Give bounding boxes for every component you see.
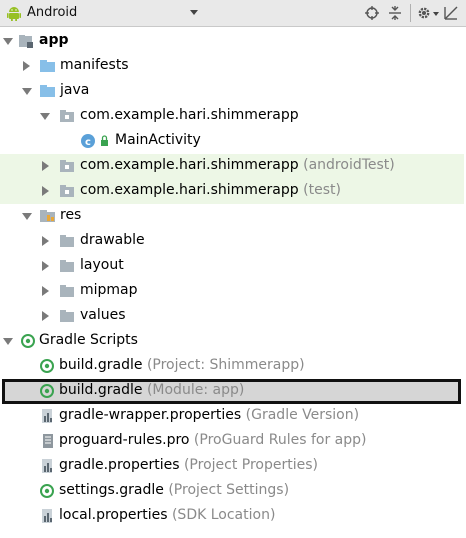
tree-label: gradle-wrapper.properties (Gradle Versio… [59,407,360,423]
tree-label: com.example.hari.shimmerapp [80,107,299,123]
tree-label: settings.gradle (Project Settings) [59,482,290,498]
tree-label: com.example.hari.shimmerapp (androidTest… [80,157,395,173]
expand-arrow-icon[interactable] [42,186,49,196]
tree-item-gradle-wrapper[interactable]: gradle-wrapper.properties (Gradle Versio… [0,404,464,429]
properties-file-icon [40,458,56,474]
tree-item-app[interactable]: app [0,29,464,54]
expand-arrow-icon[interactable] [23,61,30,71]
tree-item-settings-gradle[interactable]: settings.gradle (Project Settings) [0,479,464,504]
tree-hint: (Project Properties) [183,457,318,473]
gradle-icon [39,383,55,399]
properties-file-icon [40,508,56,524]
tree-hint: (ProGuard Rules for app) [193,432,367,448]
tree-hint: (Project Settings) [168,482,290,498]
tree-label: build.gradle (Project: Shimmerapp) [59,357,305,373]
tree-item-package-android-test[interactable]: com.example.hari.shimmerapp (androidTest… [0,154,464,179]
tree-item-gradle-scripts[interactable]: Gradle Scripts [0,329,464,354]
tree-hint: (Project: Shimmerapp) [146,357,305,373]
tree-label: build.gradle (Module: app) [59,382,245,398]
tree-label: manifests [60,57,129,73]
expand-arrow-icon[interactable] [3,38,13,45]
tree-label: res [60,207,82,223]
tree-label: mipmap [80,282,138,298]
expand-arrow-icon[interactable] [22,213,32,220]
gradle-icon [39,358,55,374]
tree-item-package-main[interactable]: com.example.hari.shimmerapp [0,104,464,129]
tree-label: local.properties (SDK Location) [59,507,276,523]
package-folder-icon [59,158,75,174]
tree-label: drawable [80,232,145,248]
toolbar-divider [410,4,411,22]
tree-item-values[interactable]: values [0,304,464,329]
tree-item-java[interactable]: java [0,79,464,104]
tree-label: gradle.properties (Project Properties) [59,457,318,473]
properties-file-icon [40,408,56,424]
folder-icon [59,258,75,274]
tree-label: layout [80,257,124,273]
tree-label: Gradle Scripts [39,332,138,348]
tree-hint: (Module: app) [146,382,245,398]
resource-folder-icon [39,208,55,224]
class-icon: c [80,133,96,149]
gradle-icon [39,483,55,499]
expand-arrow-icon[interactable] [42,311,49,321]
tree-item-main-activity[interactable]: c MainActivity [0,129,464,154]
project-tree: app manifests java com.example.hari.shim… [0,27,466,538]
tree-label: java [60,82,90,98]
tree-item-manifests[interactable]: manifests [0,54,464,79]
tree-item-layout[interactable]: layout [0,254,464,279]
tree-item-res[interactable]: res [0,204,464,229]
tree-item-proguard[interactable]: proguard-rules.pro (ProGuard Rules for a… [0,429,464,454]
folder-icon [39,58,55,74]
android-icon [7,6,21,25]
project-view-toolbar: Android [0,0,466,27]
folder-icon [59,283,75,299]
tree-item-build-gradle-project[interactable]: build.gradle (Project: Shimmerapp) [0,354,464,379]
tree-item-gradle-properties[interactable]: gradle.properties (Project Properties) [0,454,464,479]
package-folder-icon [59,108,75,124]
tree-hint: (test) [303,182,341,198]
view-selector-label[interactable]: Android [27,5,77,20]
folder-icon [39,83,55,99]
collapse-all-icon[interactable] [388,6,402,24]
lock-icon [98,134,114,150]
expand-arrow-icon[interactable] [42,261,49,271]
svg-text:c: c [85,137,91,148]
gradle-icon [20,333,36,349]
folder-icon [59,233,75,249]
tree-label: com.example.hari.shimmerapp (test) [80,182,341,198]
tree-label: app [39,32,69,48]
tree-item-build-gradle-module[interactable]: build.gradle (Module: app) [2,379,461,404]
expand-arrow-icon[interactable] [42,161,49,171]
module-folder-icon [18,33,34,49]
expand-arrow-icon[interactable] [42,286,49,296]
expand-arrow-icon[interactable] [22,88,32,95]
tree-hint: (Gradle Version) [245,407,360,423]
tree-item-drawable[interactable]: drawable [0,229,464,254]
tree-label: MainActivity [115,132,201,148]
tree-label: proguard-rules.pro (ProGuard Rules for a… [59,432,367,448]
gear-icon[interactable] [417,6,431,24]
tree-item-package-test[interactable]: com.example.hari.shimmerapp (test) [0,179,464,204]
expand-arrow-icon[interactable] [40,113,50,120]
tree-item-local-properties[interactable]: local.properties (SDK Location) [0,504,464,529]
tree-item-mipmap[interactable]: mipmap [0,279,464,304]
folder-icon [59,308,75,324]
view-selector-chevron-down-icon[interactable] [190,10,198,15]
scroll-from-source-icon[interactable] [365,6,379,24]
tree-hint: (SDK Location) [171,507,276,523]
tree-label: values [80,307,126,323]
package-folder-icon [59,183,75,199]
settings-chevron-down-icon[interactable] [433,12,439,16]
tree-hint: (androidTest) [303,157,395,173]
expand-arrow-icon[interactable] [42,236,49,246]
text-file-icon [40,433,56,449]
hide-panel-icon[interactable] [444,6,458,24]
expand-arrow-icon[interactable] [3,338,13,345]
